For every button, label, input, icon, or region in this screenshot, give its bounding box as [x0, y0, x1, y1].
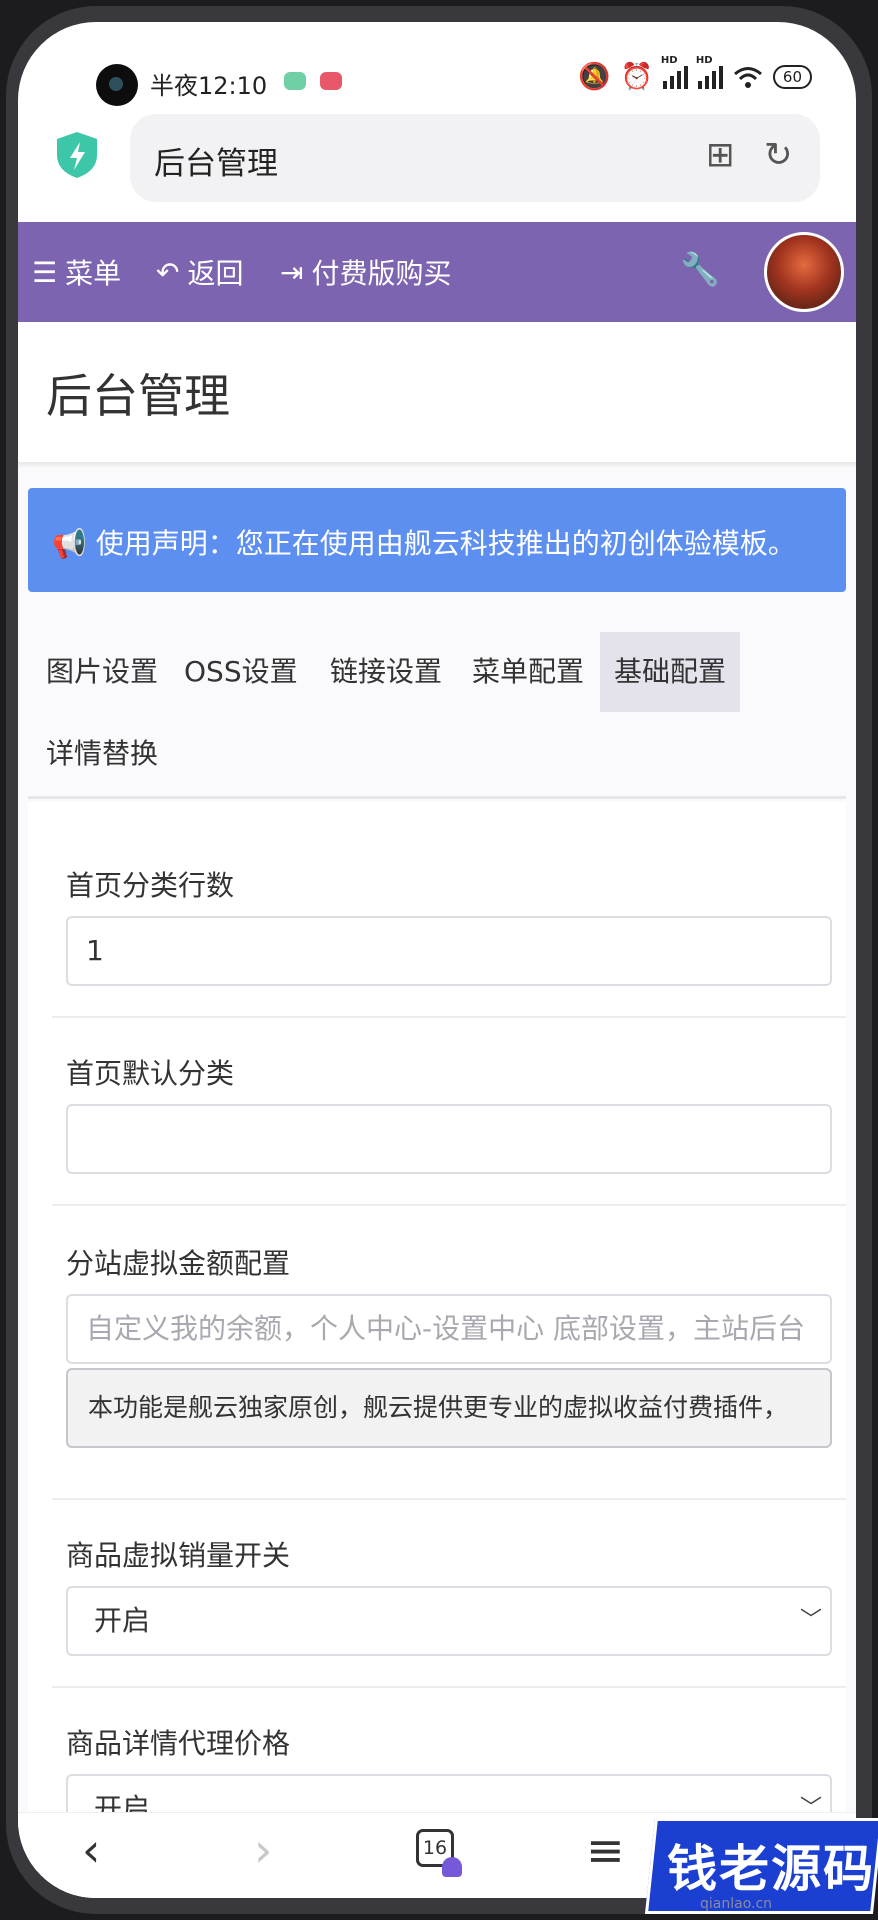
bookmark-add-icon[interactable]: ⊞ [706, 138, 735, 172]
sign-out-icon: ⇥ [280, 255, 304, 289]
mute-bell-icon: 🔕 [578, 62, 611, 92]
undo-arrow-icon: ↶ [156, 255, 180, 289]
reload-icon[interactable]: ↻ [764, 138, 793, 172]
forward-arrow-icon[interactable]: › [254, 1827, 272, 1873]
menu-label: 菜单 [65, 257, 122, 290]
tab-basic-config[interactable]: 基础配置 [600, 632, 741, 712]
menu-button[interactable]: ☰ 菜单 [32, 252, 121, 292]
hd-label: HD [660, 55, 678, 66]
tabs-divider [28, 796, 846, 799]
avatar[interactable] [764, 232, 844, 312]
alarm-icon: ⏰ [620, 62, 653, 92]
status-icons: 🔕 ⏰ HD HD 60 [578, 55, 812, 92]
status-time: 半夜12:10 [150, 72, 268, 100]
notification-app-icon [284, 72, 306, 90]
notice-banner: 📢 使用声明：您正在使用由舰云科技推出的初创体验模板。 [28, 488, 846, 592]
address-bar[interactable]: 后台管理 ⊞ ↻ [130, 114, 820, 202]
notice-content: 📢 使用声明：您正在使用由舰云科技推出的初创体验模板。 [52, 522, 796, 562]
back-arrow-icon[interactable]: ‹ [82, 1827, 100, 1873]
top-navbar: ☰ 菜单 ↶ 返回 ⇥ 付费版购买 🔧 [18, 222, 856, 322]
front-camera [96, 64, 138, 106]
virtual-sales-value: 开启 [94, 1604, 151, 1637]
page-title: 后台管理 [46, 369, 230, 423]
tab-oss-settings[interactable]: OSS设置 [170, 632, 312, 712]
chevron-down-icon: ﹀ [799, 1608, 822, 1633]
rows-input[interactable]: 1 [66, 916, 832, 986]
tab-link-settings[interactable]: 链接设置 [316, 632, 456, 712]
signal-icon: HD [661, 55, 688, 89]
notification-app-icon [320, 72, 342, 90]
default-category-input[interactable] [66, 1104, 832, 1174]
rows-label: 首页分类行数 [66, 869, 235, 902]
watermark-text: 钱老源码 [667, 1840, 876, 1898]
virtual-amount-input[interactable]: 自定义我的余额，个人中心-设置中心 底部设置，主站后台 [66, 1294, 832, 1364]
battery-icon: 60 [772, 65, 812, 89]
tab-image-settings[interactable]: 图片设置 [32, 632, 172, 712]
shield-icon[interactable] [54, 130, 100, 180]
virtual-sales-label: 商品虚拟销量开关 [66, 1539, 291, 1572]
hamburger-icon: ☰ [32, 255, 58, 289]
watermark-domain: qianlao.cn [700, 1896, 773, 1912]
tab-detail-replace[interactable]: 详情替换 [32, 714, 172, 794]
menu-icon[interactable]: ≡ [586, 1827, 625, 1873]
buy-pro-button[interactable]: ⇥ 付费版购买 [280, 252, 451, 292]
wrench-icon[interactable]: 🔧 [680, 250, 720, 288]
status-bar: 半夜12:10 🔕 ⏰ HD HD 60 [18, 22, 856, 122]
megaphone-icon: 📢 [52, 527, 87, 560]
settings-form: 首页分类行数 1 首页默认分类 分站虚拟金额配置 自定义我的余额，个人中心-设置… [28, 802, 846, 1898]
buy-label: 付费版购买 [311, 257, 452, 290]
ghost-icon [442, 1857, 462, 1877]
signal-icon: HD [696, 55, 723, 89]
address-title: 后台管理 [154, 146, 278, 182]
back-button[interactable]: ↶ 返回 [156, 252, 243, 292]
field-divider [52, 1016, 846, 1018]
field-divider [52, 1686, 846, 1688]
virtual-amount-label: 分站虚拟金额配置 [66, 1247, 291, 1280]
screen: 半夜12:10 🔕 ⏰ HD HD 60 后台管理 ⊞ ↻ ☰ 菜单 ↶ 返回 … [18, 22, 856, 1898]
agent-price-label: 商品详情代理价格 [66, 1727, 291, 1760]
virtual-amount-hint: 本功能是舰云独家原创，舰云提供更专业的虚拟收益付费插件， [66, 1368, 832, 1448]
default-category-label: 首页默认分类 [66, 1057, 235, 1090]
hd-label: HD [695, 55, 713, 66]
wifi-icon [733, 67, 762, 88]
field-divider [52, 1204, 846, 1206]
virtual-sales-select[interactable]: 开启 ﹀ [66, 1586, 832, 1656]
notice-text: 使用声明：您正在使用由舰云科技推出的初创体验模板。 [95, 527, 796, 560]
field-divider [52, 1498, 846, 1500]
back-label: 返回 [187, 257, 244, 290]
tab-menu-config[interactable]: 菜单配置 [458, 632, 598, 712]
